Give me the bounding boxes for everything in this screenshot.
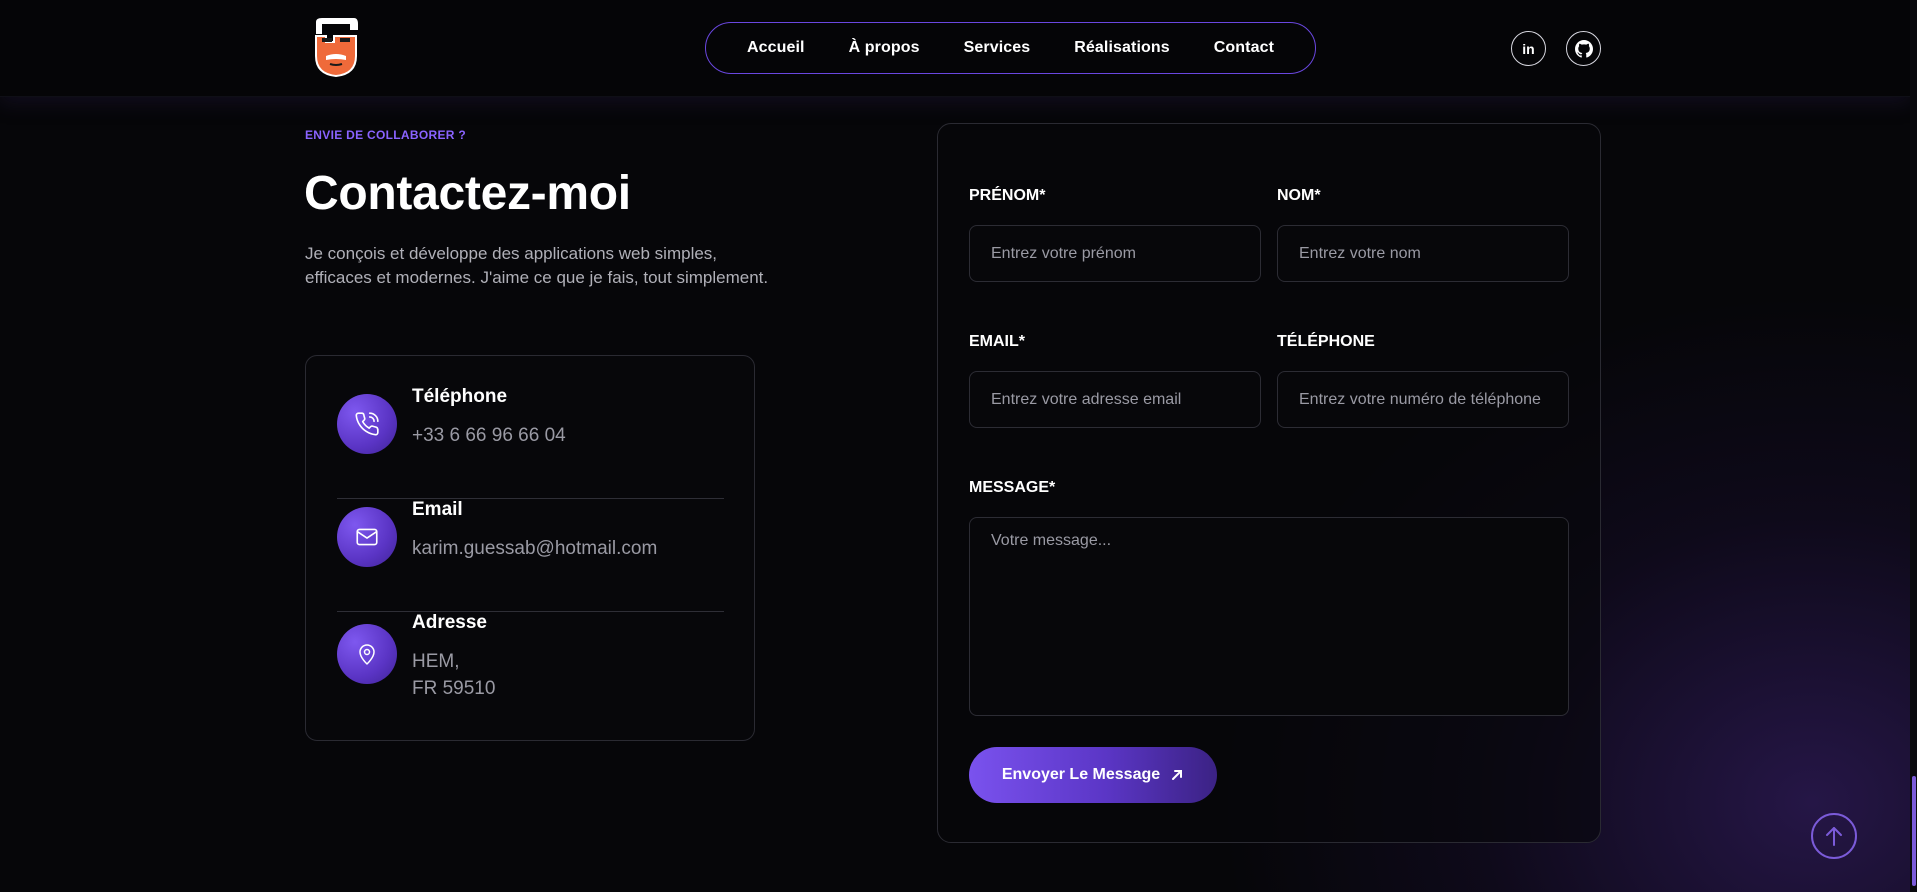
info-label: Téléphone — [412, 386, 508, 407]
site-header: Accueil À propos Services Réalisations C… — [0, 0, 1910, 97]
email-field[interactable]: Entrez votre adresse email — [969, 371, 1261, 428]
phone-field[interactable]: Entrez votre numéro de téléphone — [1277, 371, 1569, 428]
contact-info-phone: Téléphone +33 6 66 96 66 04 — [337, 386, 724, 499]
address-line-2: FR 59510 — [412, 678, 496, 699]
back-to-top-button[interactable] — [1811, 813, 1857, 859]
info-value[interactable]: karim.guessab@hotmail.com — [412, 535, 657, 562]
contact-info-address: Adresse HEM, FR 59510 — [337, 612, 724, 732]
email-label: EMAIL* — [969, 333, 1025, 350]
nav-item-accueil[interactable]: Accueil — [725, 39, 827, 57]
nav-item-contact[interactable]: Contact — [1192, 39, 1296, 57]
main-nav: Accueil À propos Services Réalisations C… — [705, 22, 1316, 74]
info-value: +33 6 66 96 66 04 — [412, 425, 566, 446]
message-label: MESSAGE* — [969, 479, 1056, 496]
scrollbar[interactable] — [1910, 0, 1917, 892]
contact-info-card: Téléphone +33 6 66 96 66 04 Email karim.… — [305, 355, 755, 741]
lastname-input[interactable]: Entrez votre nom — [1277, 225, 1569, 282]
location-pin-icon-badge — [337, 624, 397, 684]
arrow-up-icon — [1826, 827, 1842, 846]
phone-label: TÉLÉPHONE — [1277, 333, 1375, 350]
page-title: Contactez-moi — [304, 167, 631, 220]
send-message-button[interactable]: Envoyer Le Message — [969, 747, 1217, 803]
info-label: Adresse — [412, 612, 487, 633]
intro-text: Je conçois et développe des applications… — [305, 244, 769, 287]
phone-icon-badge — [337, 394, 397, 454]
github-icon — [1574, 39, 1593, 58]
send-button-label: Envoyer Le Message — [1001, 766, 1161, 783]
message-textarea[interactable]: Votre message... — [969, 517, 1569, 716]
firstname-label: PRÉNOM* — [969, 187, 1046, 204]
nav-item-services[interactable]: Services — [942, 39, 1053, 57]
logo[interactable] — [310, 16, 362, 80]
nav-item-realisations[interactable]: Réalisations — [1052, 39, 1191, 57]
contact-info-email: Email karim.guessab@hotmail.com — [337, 499, 724, 612]
firstname-input[interactable]: Entrez votre prénom — [969, 225, 1261, 282]
linkedin-icon: in — [1522, 40, 1535, 57]
address-line-1: HEM, — [412, 651, 460, 672]
phone-icon — [355, 412, 379, 436]
info-value: HEM, FR 59510 — [412, 648, 495, 702]
github-button[interactable] — [1566, 31, 1601, 66]
contact-form: PRÉNOM* NOM* Entrez votre prénom Entrez … — [937, 123, 1601, 843]
lastname-label: NOM* — [1277, 187, 1321, 204]
info-label: Email — [412, 499, 463, 520]
mail-icon-badge — [337, 507, 397, 567]
nav-item-a-propos[interactable]: À propos — [827, 39, 942, 57]
scrollbar-thumb[interactable] — [1912, 776, 1916, 886]
linkedin-button[interactable]: in — [1511, 31, 1546, 66]
arrow-up-right-icon — [1172, 770, 1183, 780]
section-eyebrow: ENVIE DE COLLABORER ? — [305, 128, 466, 142]
location-pin-icon — [359, 644, 375, 665]
mail-icon — [356, 528, 378, 546]
